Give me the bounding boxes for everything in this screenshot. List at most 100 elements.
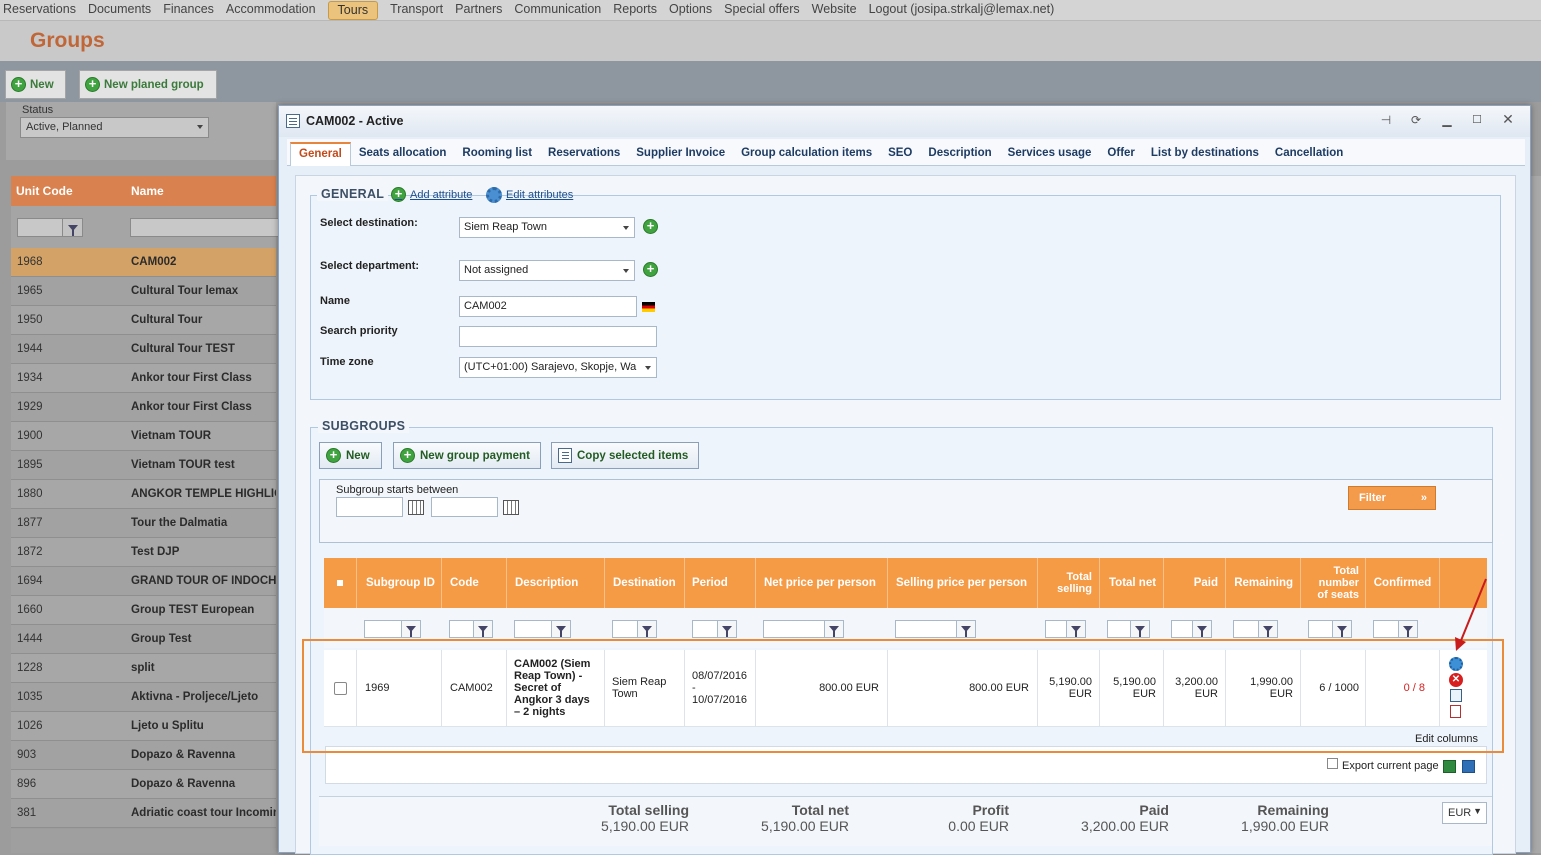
search-priority-input[interactable] [459,326,657,347]
add-destination-icon[interactable]: + [643,219,658,234]
filter-icon[interactable] [1258,620,1278,638]
column-description[interactable]: Description [507,558,605,608]
column-filter-input[interactable] [449,620,474,638]
export-checkbox[interactable] [1327,758,1338,769]
nav-item-accommodation[interactable]: Accommodation [226,0,327,21]
unit-code-filter-input[interactable] [17,218,64,237]
filter-icon[interactable] [473,620,493,638]
column-filter-input[interactable] [895,620,957,638]
column-code[interactable]: Code [442,558,507,608]
filter-icon[interactable] [956,620,976,638]
close-icon[interactable]: ✕ [1500,111,1516,128]
tab-seo[interactable]: SEO [880,147,920,165]
tab-rooming-list[interactable]: Rooming list [454,147,540,165]
tab-supplier-invoice[interactable]: Supplier Invoice [628,147,733,165]
nav-item-partners[interactable]: Partners [455,0,513,21]
table-row[interactable]: 1900 Vietnam TOUR [11,422,276,451]
new-subgroup-button[interactable]: + New [319,442,382,469]
filter-icon[interactable] [401,620,421,638]
table-row[interactable]: 896 Dopazo & Ravenna [11,770,276,799]
column-destination[interactable]: Destination [605,558,685,608]
column-total-selling[interactable]: Total selling [1038,558,1100,608]
column-period[interactable]: Period [685,558,756,608]
filter-icon[interactable] [1332,620,1352,638]
nav-item-logout-josipa-strkalj-lemax-net[interactable]: Logout (josipa.strkalj@lemax.net) [869,0,1066,21]
column-filter-input[interactable] [1045,620,1067,638]
filter-icon[interactable] [1398,620,1418,638]
table-row[interactable]: 1660 Group TEST European [11,596,276,625]
edit-attributes-link[interactable]: Edit attributes [486,187,573,203]
filter-button[interactable]: Filter » [1348,486,1436,510]
name-input[interactable]: CAM002 [459,296,637,317]
column-filter-input[interactable] [612,620,638,638]
table-row[interactable]: 1877 Tour the Dalmatia [11,509,276,538]
select-all-checkbox[interactable] [324,558,357,608]
table-row[interactable]: 1929 Ankor tour First Class [11,393,276,422]
new-group-payment-button[interactable]: + New group payment [393,442,541,469]
column-selling-price-per-person[interactable]: Selling price per person [888,558,1038,608]
column-name[interactable]: Name [131,184,164,198]
filter-icon[interactable] [1066,620,1086,638]
start-date-to-input[interactable] [431,497,498,517]
nav-item-tours[interactable]: Tours [327,0,379,20]
table-row[interactable]: 1950 Cultural Tour [11,306,276,335]
column-net-price-per-person[interactable]: Net price per person [756,558,888,608]
table-row[interactable]: 1965 Cultural Tour lemax [11,277,276,306]
column-filter-input[interactable] [1171,620,1193,638]
tab-services-usage[interactable]: Services usage [1000,147,1100,165]
add-department-icon[interactable]: + [643,262,658,277]
tab-group-calculation-items[interactable]: Group calculation items [733,147,880,165]
column-filter-input[interactable] [763,620,825,638]
nav-item-options[interactable]: Options [669,0,723,21]
tab-seats-allocation[interactable]: Seats allocation [351,147,455,165]
tab-offer[interactable]: Offer [1099,147,1142,165]
table-row[interactable]: 1872 Test DJP [11,538,276,567]
minimize-icon[interactable]: ▁ [1439,113,1455,127]
column-total-seats[interactable]: Total number of seats [1301,558,1366,608]
nav-item-finances[interactable]: Finances [163,0,225,21]
maximize-icon[interactable]: ☐ [1469,113,1485,126]
column-subgroup-id[interactable]: Subgroup ID [357,558,442,608]
refresh-icon[interactable]: ⟳ [1408,113,1424,127]
german-flag-icon[interactable] [642,302,655,312]
column-total-net[interactable]: Total net [1100,558,1164,608]
column-filter-input[interactable] [1107,620,1131,638]
tab-reservations[interactable]: Reservations [540,147,628,165]
table-row[interactable]: 1968 CAM002 [11,248,276,277]
time-zone-select[interactable]: (UTC+01:00) Sarajevo, Skopje, Wa [459,357,657,378]
filter-icon[interactable] [717,620,737,638]
calendar-icon[interactable] [503,500,519,515]
column-remaining[interactable]: Remaining [1226,558,1301,608]
nav-item-documents[interactable]: Documents [88,0,162,21]
table-row[interactable]: 1694 GRAND TOUR OF INDOCHINA [11,567,276,596]
destination-select[interactable]: Siem Reap Town [459,217,635,238]
new-planed-group-button[interactable]: + New planed group [79,70,217,99]
column-filter-input[interactable] [1233,620,1259,638]
excel-export-icon[interactable] [1443,760,1456,773]
column-filter-input[interactable] [514,620,552,638]
column-filter-input[interactable] [364,620,402,638]
new-group-button[interactable]: + New [5,70,66,99]
nav-item-reservations[interactable]: Reservations [3,0,87,21]
column-filter-input[interactable] [1373,620,1399,638]
window-titlebar[interactable]: CAM002 - Active ⊣ ⟳ ▁ ☐ ✕ [279,106,1530,137]
tab-description[interactable]: Description [920,147,999,165]
department-select[interactable]: Not assigned [459,260,635,281]
word-export-icon[interactable] [1462,760,1475,773]
table-row[interactable]: 1026 Ljeto u Splitu [11,712,276,741]
filter-icon[interactable] [1192,620,1212,638]
copy-selected-items-button[interactable]: Copy selected items [551,442,699,469]
filter-icon[interactable] [1130,620,1150,638]
table-row[interactable]: 1895 Vietnam TOUR test [11,451,276,480]
tab-list-by-destinations[interactable]: List by destinations [1143,147,1267,165]
tab-cancellation[interactable]: Cancellation [1267,147,1351,165]
table-row[interactable]: 381 Adriatic coast tour Incoming [11,799,276,828]
filter-icon[interactable] [551,620,571,638]
add-attribute-link[interactable]: + Add attribute [391,187,472,202]
currency-select[interactable]: EUR ▼ [1442,802,1487,824]
column-confirmed[interactable]: Confirmed [1366,558,1440,608]
filter-icon[interactable] [824,620,844,638]
table-row[interactable]: 1444 Group Test [11,625,276,654]
column-filter-input[interactable] [1308,620,1333,638]
nav-item-reports[interactable]: Reports [613,0,668,21]
